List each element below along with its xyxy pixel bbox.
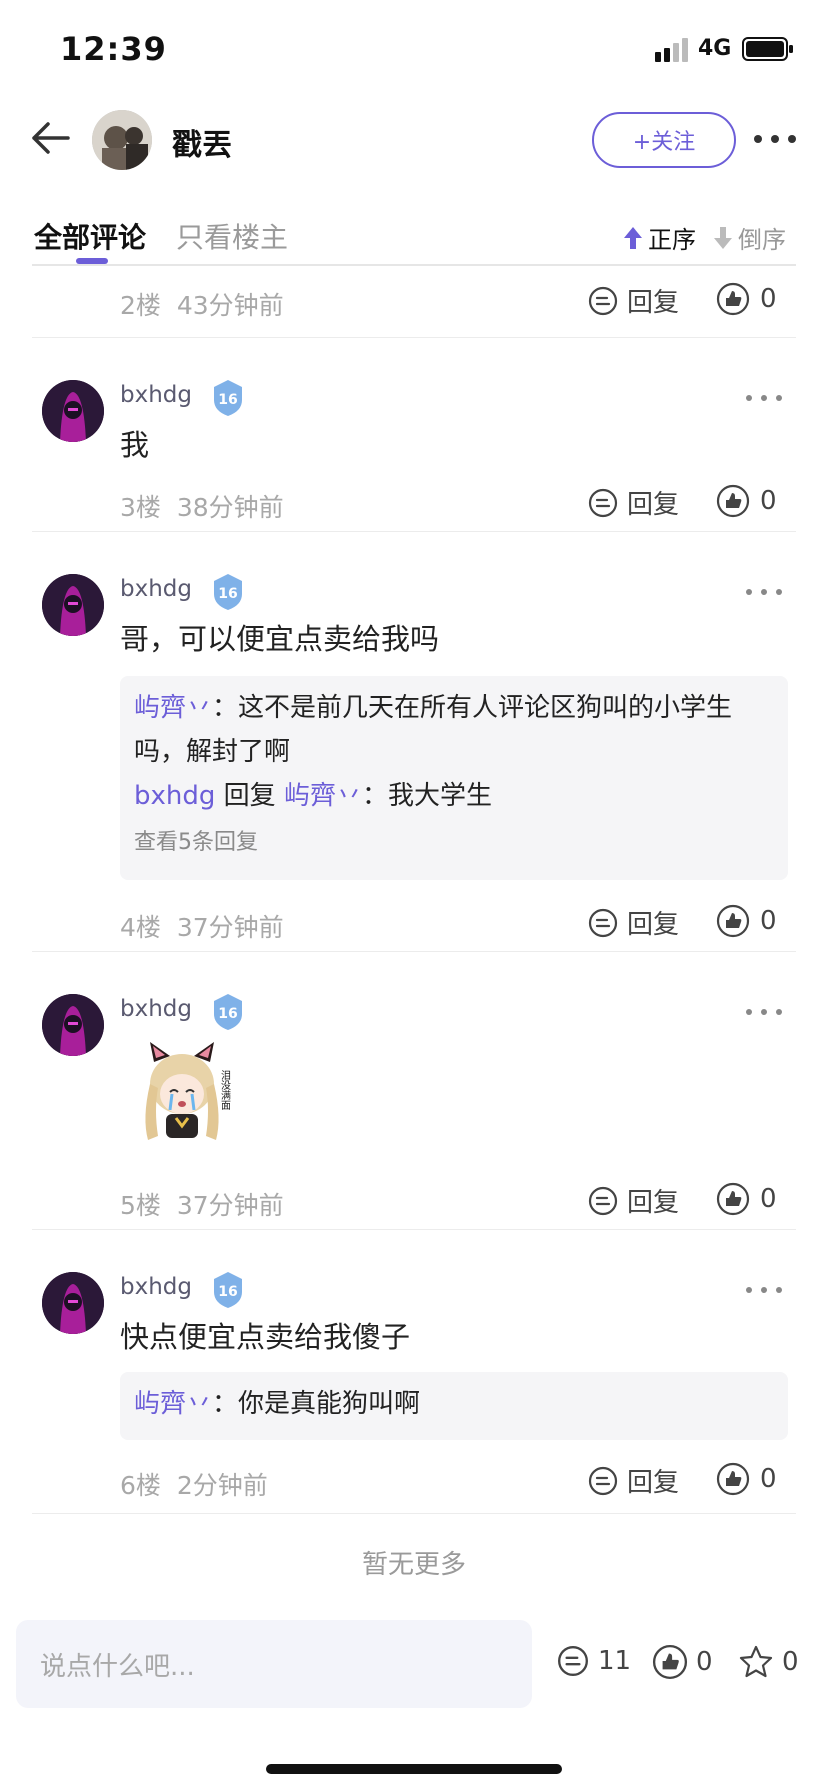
thumbs-up-icon	[716, 1462, 750, 1496]
reply-button[interactable]: 回复	[587, 282, 679, 319]
thumbs-up-icon	[716, 1182, 750, 1216]
comment-input[interactable]: 说点什么吧...	[16, 1620, 532, 1708]
level-badge-icon: 16	[214, 574, 242, 610]
commenter-avatar[interactable]	[42, 1272, 104, 1334]
level-badge-icon: 16	[214, 1272, 242, 1308]
reply-icon	[588, 1466, 618, 1495]
svg-text:16: 16	[218, 392, 237, 408]
commenter-name[interactable]: bxhdg	[120, 996, 192, 1022]
thumbs-up-icon	[716, 484, 750, 518]
svg-text:泪没满面: 泪没满面	[219, 1069, 231, 1111]
comment-meta: 4楼 37分钟前	[120, 913, 284, 942]
back-arrow-icon[interactable]	[28, 116, 76, 160]
like-button[interactable]: 0	[716, 1462, 777, 1496]
comment-meta: 5楼 37分钟前	[120, 1191, 284, 1220]
commenter-avatar[interactable]	[42, 380, 104, 442]
battery-icon	[742, 37, 793, 61]
reply-button[interactable]: 回复	[587, 1462, 679, 1499]
comment-more-icon[interactable]	[744, 1006, 784, 1018]
comment-text: 哥，可以便宜点卖给我吗	[120, 622, 440, 656]
subreply-item: 屿齊丷：你是真能狗叫啊	[134, 1389, 421, 1419]
subreply-item: bxhdg 回复 屿齊丷：我大学生	[134, 781, 492, 811]
reply-icon	[588, 908, 618, 937]
home-indicator	[266, 1764, 562, 1774]
level-badge-icon: 16	[214, 994, 242, 1030]
comments-count-button[interactable]: 11	[556, 1644, 631, 1678]
comment-more-icon[interactable]	[744, 1284, 784, 1296]
commenter-name[interactable]: bxhdg	[120, 382, 192, 408]
star-icon	[739, 1645, 773, 1678]
subreply-target-user[interactable]: 屿齊丷	[284, 781, 362, 811]
reply-icon	[588, 1186, 618, 1215]
comment-tabs: 全部评论 只看楼主 正序 倒序	[32, 212, 796, 266]
reply-button[interactable]: 回复	[587, 484, 679, 521]
tab-all-comments[interactable]: 全部评论	[34, 216, 146, 256]
commenter-avatar[interactable]	[42, 994, 104, 1056]
signal-icon	[655, 38, 688, 62]
subreply-user[interactable]: 屿齊丷	[134, 693, 212, 723]
reply-icon	[588, 488, 618, 517]
comment-text: 我	[120, 428, 150, 462]
tab-owner-only[interactable]: 只看楼主	[176, 216, 288, 256]
subreply-user[interactable]: 屿齊丷	[134, 1389, 212, 1419]
svg-text:16: 16	[218, 1284, 237, 1300]
comment-row: bxhdg 16 我 3楼 38分钟前 回复 0	[32, 338, 796, 532]
more-options-icon[interactable]	[752, 124, 798, 154]
commenter-name[interactable]: bxhdg	[120, 1274, 192, 1300]
reply-button[interactable]: 回复	[587, 1182, 679, 1219]
commenter-avatar[interactable]	[42, 574, 104, 636]
sort-descending[interactable]: 倒序	[712, 220, 786, 255]
comment-meta: 2楼 43分钟前	[120, 291, 284, 320]
comment-row: bxhdg 16 快点便宜点卖给我傻子 屿齊丷：你是真能狗叫啊 6楼 2分钟前 …	[32, 1230, 796, 1514]
top-nav: 戳丟 +关注	[0, 96, 828, 186]
comment-more-icon[interactable]	[744, 586, 784, 598]
subreply-item: 屿齊丷：这不是前几天在所有人评论区狗叫的小学生吗，解封了啊	[134, 693, 733, 767]
likes-button[interactable]: 0	[652, 1644, 713, 1680]
commenter-name[interactable]: bxhdg	[120, 576, 192, 602]
status-time: 12:39	[60, 30, 167, 68]
reply-button[interactable]: 回复	[587, 904, 679, 941]
comment-icon	[558, 1646, 588, 1676]
arrow-down-icon	[714, 226, 732, 249]
thumbs-up-icon	[716, 904, 750, 938]
comment-row: bxhdg 16 哥，可以便宜点卖给我吗 屿齊丷：这不是前几天在所有人评论区狗叫…	[32, 532, 796, 952]
comment-text: 快点便宜点卖给我傻子	[120, 1320, 411, 1354]
thumbs-up-icon	[652, 1644, 688, 1680]
comment-meta: 3楼 38分钟前	[120, 493, 284, 522]
level-badge-icon: 16	[214, 380, 242, 416]
status-bar: 12:39 4G	[0, 0, 828, 96]
reply-icon	[588, 286, 618, 315]
comment-row: bxhdg 16 泪没满面 5楼 37分钟前 回复 0	[32, 952, 796, 1230]
arrow-up-icon	[624, 226, 642, 249]
like-button[interactable]: 0	[716, 1182, 777, 1216]
sort-ascending[interactable]: 正序	[622, 220, 696, 255]
favorite-button[interactable]: 0	[738, 1644, 799, 1680]
follow-button[interactable]: +关注	[592, 112, 736, 168]
subreply-box[interactable]: 屿齊丷：这不是前几天在所有人评论区狗叫的小学生吗，解封了啊 bxhdg 回复 屿…	[120, 676, 788, 880]
sort-asc-label: 正序	[648, 226, 696, 254]
network-label: 4G	[698, 36, 732, 61]
svg-text:16: 16	[218, 1006, 237, 1022]
like-button[interactable]: 0	[716, 484, 777, 518]
svg-text:16: 16	[218, 586, 237, 602]
thumbs-up-icon	[716, 282, 750, 316]
crying-cat-girl-sticker[interactable]: 泪没满面	[132, 1040, 232, 1146]
view-more-replies-link[interactable]: 查看5条回复	[134, 824, 774, 856]
sort-desc-label: 倒序	[738, 226, 786, 254]
like-button[interactable]: 0	[716, 282, 777, 316]
like-button[interactable]: 0	[716, 904, 777, 938]
comment-more-icon[interactable]	[744, 392, 784, 404]
subreply-box[interactable]: 屿齊丷：你是真能狗叫啊	[120, 1372, 788, 1440]
author-avatar[interactable]	[92, 110, 152, 170]
no-more-label: 暂无更多	[361, 1550, 466, 1580]
subreply-user[interactable]: bxhdg	[134, 781, 215, 811]
comment-meta: 6楼 2分钟前	[120, 1471, 268, 1500]
active-tab-indicator	[76, 258, 108, 264]
comment-row: 2楼 43分钟前 回复 0	[32, 266, 796, 338]
page-title: 戳丟	[172, 128, 232, 163]
